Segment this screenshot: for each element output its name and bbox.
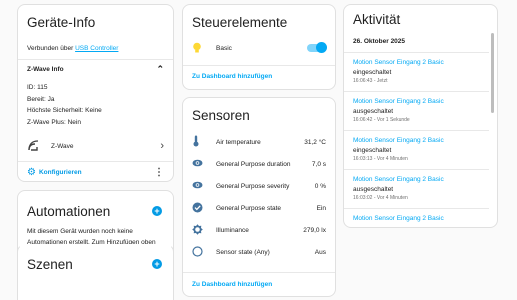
chevron-up-icon: ⌃	[156, 63, 164, 74]
automations-title: Automationen	[27, 204, 111, 219]
sensor-label: General Purpose severity	[216, 182, 290, 190]
toggle-knob	[316, 42, 327, 53]
connected-prefix: Verbunden über	[27, 45, 74, 52]
activity-title: Aktivität	[353, 12, 401, 27]
sensor-value: Aus	[314, 248, 326, 256]
controls-title: Steuerelemente	[192, 15, 288, 30]
divider	[18, 59, 173, 60]
device-info-title: Geräte-Info	[27, 15, 96, 30]
activity-entity-link[interactable]: Motion Sensor Eingang 2 Basic	[353, 214, 444, 224]
chevron-right-icon: ›	[160, 140, 164, 152]
activity-entity-link[interactable]: Motion Sensor Eingang 2 Basic	[353, 58, 444, 68]
more-vert-icon[interactable]: ⋮	[154, 167, 164, 178]
activity-entry: Motion Sensor Eingang 2 Basic ausgeschal…	[353, 175, 444, 204]
configure-button[interactable]: Konfigurieren	[39, 169, 82, 176]
zwave-row[interactable]: Z-Wave ›	[18, 137, 173, 155]
basic-toggle[interactable]	[307, 42, 327, 53]
zwave-plus: Z-Wave Plus: Nein	[27, 118, 81, 126]
activity-state: ausgeschaltet	[353, 107, 394, 115]
activity-entry: Motion Sensor Eingang 2 Basic ausgeschal…	[353, 97, 444, 126]
activity-entity-link[interactable]: Motion Sensor Eingang 2 Basic	[353, 136, 444, 146]
sensors-add-to-dashboard[interactable]: Zu Dashboard hinzufügen	[192, 281, 272, 288]
sensor-label: General Purpose state	[216, 204, 282, 212]
device-info-card: Geräte-Info Verbunden über USB Controlle…	[17, 4, 174, 182]
zwave-ready: Bereit: Ja	[27, 95, 55, 103]
sensor-row[interactable]: Sensor state (Any) Aus	[183, 241, 335, 263]
sensors-card: Sensoren Air temperature 31,2 °C General…	[182, 97, 336, 297]
usb-controller-link[interactable]: USB Controller	[75, 45, 118, 52]
controls-card: Steuerelemente Basic Zu Dashboard hinzuf…	[182, 4, 336, 90]
brightness-icon	[192, 223, 203, 237]
add-automation-button[interactable]: +	[152, 206, 162, 216]
gear-icon: ⚙	[27, 166, 36, 178]
activity-time: 16:03:02 - Vor 4 Minuten	[353, 195, 408, 201]
zwave-id: ID: 115	[27, 84, 48, 91]
sensors-title: Sensoren	[192, 108, 250, 123]
activity-entry: Motion Sensor Eingang 2 Basic	[353, 214, 444, 224]
divider	[344, 169, 489, 170]
control-basic-label: Basic	[216, 44, 232, 52]
sensor-value: 279,0 lx	[303, 226, 326, 234]
thermometer-icon	[192, 135, 202, 149]
sensor-label: Air temperature	[216, 138, 261, 146]
activity-entity-link[interactable]: Motion Sensor Eingang 2 Basic	[353, 175, 444, 185]
sensor-row[interactable]: General Purpose duration 7,0 s	[183, 153, 335, 175]
sensor-label: General Purpose duration	[216, 160, 291, 168]
activity-state: ausgeschaltet	[353, 185, 394, 193]
lightbulb-icon	[192, 42, 202, 54]
eye-icon	[192, 159, 203, 169]
scenes-card: Szenen +	[17, 244, 174, 300]
divider	[344, 52, 489, 53]
sensor-list: Air temperature 31,2 °C General Purpose …	[183, 131, 335, 263]
activity-state: eingeschaltet	[353, 68, 392, 76]
activity-state: eingeschaltet	[353, 146, 392, 154]
activity-date: 26. Oktober 2025	[353, 38, 406, 45]
activity-entity-link[interactable]: Motion Sensor Eingang 2 Basic	[353, 97, 444, 107]
zwave-security: Höchste Sicherheit: Keine	[27, 107, 102, 114]
divider	[183, 65, 335, 66]
scenes-title: Szenen	[27, 257, 73, 272]
circle-outline-icon	[192, 245, 203, 259]
divider	[183, 272, 335, 273]
controls-add-to-dashboard[interactable]: Zu Dashboard hinzufügen	[192, 73, 272, 80]
sensor-row[interactable]: Illuminance 279,0 lx	[183, 219, 335, 241]
activity-entry: Motion Sensor Eingang 2 Basic eingeschal…	[353, 136, 444, 165]
sensor-value: Ein	[316, 204, 326, 212]
sensor-row[interactable]: Air temperature 31,2 °C	[183, 131, 335, 153]
add-scene-button[interactable]: +	[152, 259, 162, 269]
sensor-value: 7,0 s	[311, 160, 326, 168]
activity-card: Aktivität 26. Oktober 2025 Motion Sensor…	[343, 4, 498, 228]
divider	[344, 130, 489, 131]
control-row-basic: Basic	[183, 40, 335, 56]
zwave-info-lines: ID: 115 Bereit: Ja Höchste Sicherheit: K…	[27, 82, 102, 128]
configure-row: ⚙ Konfigurieren ⋮	[18, 164, 173, 180]
sensor-label: Sensor state (Any)	[216, 248, 270, 256]
check-circle-icon	[192, 202, 203, 215]
zwave-row-label: Z-Wave	[51, 142, 74, 150]
sensor-value: 0 %	[314, 182, 326, 190]
zwave-info-title: Z-Wave Info	[27, 65, 64, 73]
activity-scroll[interactable]: 26. Oktober 2025 Motion Sensor Eingang 2…	[344, 31, 497, 227]
eye-icon	[192, 181, 203, 191]
zwave-icon	[27, 140, 39, 152]
activity-scrollbar[interactable]	[491, 33, 494, 113]
connected-via: Verbunden über USB Controller	[27, 45, 118, 52]
sensor-row[interactable]: General Purpose severity 0 %	[183, 175, 335, 197]
activity-time: 16:03:13 - Vor 4 Minuten	[353, 156, 408, 162]
sensor-row[interactable]: General Purpose state Ein	[183, 197, 335, 219]
sensor-label: Illuminance	[216, 226, 249, 234]
divider	[344, 91, 489, 92]
sensor-value: 31,2 °C	[304, 138, 326, 146]
activity-entry: Motion Sensor Eingang 2 Basic eingeschal…	[353, 58, 444, 87]
divider	[18, 161, 173, 162]
activity-time: 16:06:42 - Vor 1 Sekunde	[353, 117, 410, 123]
activity-time: 16:06:43 - Jetzt	[353, 78, 388, 84]
zwave-info-header[interactable]: Z-Wave Info ⌃	[18, 61, 173, 77]
divider	[344, 208, 489, 209]
